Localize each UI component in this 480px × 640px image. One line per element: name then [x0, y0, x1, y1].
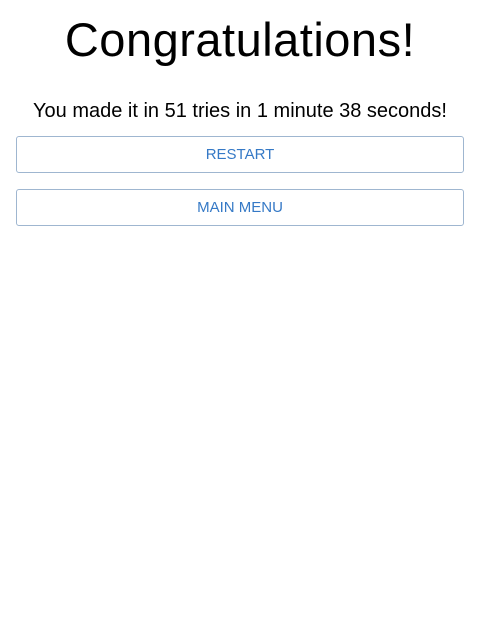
main-menu-button[interactable]: MAIN MENU [16, 189, 464, 226]
congratulations-screen: Congratulations! You made it in 51 tries… [0, 0, 480, 640]
result-message: You made it in 51 tries in 1 minute 38 s… [33, 100, 447, 122]
page-title: Congratulations! [64, 13, 416, 66]
restart-button[interactable]: RESTART [16, 136, 464, 173]
